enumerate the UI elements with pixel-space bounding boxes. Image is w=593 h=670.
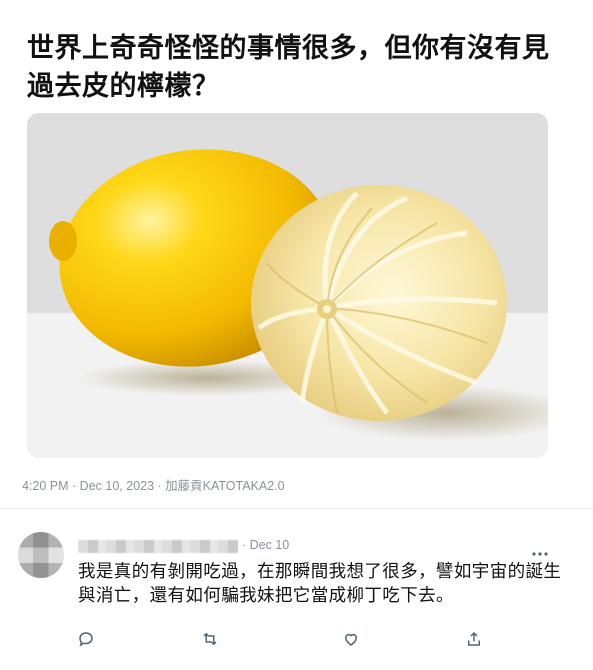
reply-header: · Dec 10 bbox=[78, 538, 548, 556]
blurred-username[interactable] bbox=[78, 540, 238, 553]
reply-date-prefix: · bbox=[242, 538, 250, 552]
comment-icon[interactable] bbox=[75, 628, 97, 650]
divider bbox=[0, 508, 593, 509]
tweet-meta: 4:20 PM · Dec 10, 2023 · 加藤貢KATOTAKA2.0 bbox=[22, 475, 285, 494]
reply-text: 我是真的有剝開吃過，在那瞬間我想了很多，譬如宇宙的誕生與消亡，還有如何騙我妹把它… bbox=[78, 562, 562, 606]
tweet-time[interactable]: 4:20 PM bbox=[22, 479, 69, 493]
more-options-icon[interactable] bbox=[532, 542, 548, 561]
tweet-author[interactable]: 加藤貢KATOTAKA2.0 bbox=[165, 479, 284, 493]
post-text: 世界上奇奇怪怪的事情很多，但你有沒有見過去皮的檸檬？ bbox=[27, 33, 550, 102]
meta-separator: · bbox=[68, 479, 80, 493]
tweet-date[interactable]: Dec 10, 2023 bbox=[80, 479, 154, 493]
share-icon[interactable] bbox=[463, 628, 485, 650]
meta-separator: · bbox=[154, 479, 166, 493]
reply-actions bbox=[0, 628, 593, 650]
avatar[interactable] bbox=[18, 532, 64, 578]
lemon-illustration bbox=[27, 113, 548, 458]
reply-date-value: Dec 10 bbox=[249, 538, 290, 552]
reply-date[interactable]: · Dec 10 bbox=[242, 538, 289, 552]
lemon-photo[interactable] bbox=[27, 113, 548, 458]
heart-icon[interactable] bbox=[340, 628, 362, 650]
peeled-lemon bbox=[251, 185, 507, 421]
retweet-icon[interactable] bbox=[199, 628, 221, 650]
